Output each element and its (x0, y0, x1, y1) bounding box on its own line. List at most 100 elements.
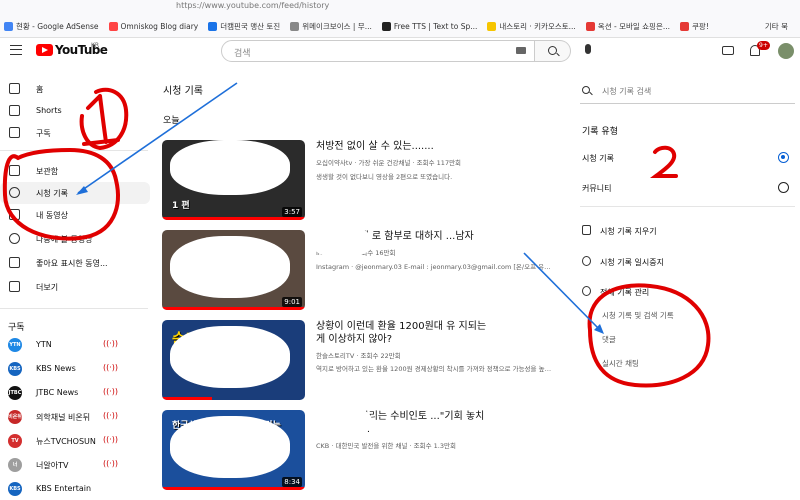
youtube-logo-text[interactable]: YouTube (55, 43, 108, 57)
video-description: Instagram · @jeonmary.03 E-mail : jeonma… (316, 263, 556, 271)
sidebar-item-label: 시청 기록 (36, 189, 68, 198)
mic-icon[interactable] (585, 44, 591, 54)
address-url[interactable]: https://www.youtube.com/feed/history (176, 1, 329, 10)
video-item[interactable]: 숨겨진상황이 이런데 환율 1200원대 유 지되는게 이상하지 않아?한슬스토… (162, 320, 562, 402)
bookmarks-bar: 현황 - Google AdSense Omniskog Blog diary 더캠… (0, 15, 800, 37)
video-meta: 한슬스토리TV · 조회수 22만회 (316, 352, 401, 360)
subscription-channel[interactable]: 너 너알아TV ((·)) (0, 454, 150, 476)
sidebar-item[interactable]: 나중에 볼 동영상 (0, 228, 150, 250)
video-item[interactable]: 1 편 3:57 처방전 없이 살 수 있는....... 오십이약사tv · 가장 … (162, 140, 562, 222)
sidebar-item[interactable]: 보관함 (0, 160, 150, 182)
video-duration: 3:57 (282, 207, 302, 217)
bookmark-favicon-icon (487, 21, 497, 31)
notification-badge: 9+ (757, 41, 770, 50)
live-icon: ((·)) (103, 459, 119, 468)
channel-avatar: KBS (8, 362, 22, 376)
channel-name: YTN (36, 340, 52, 349)
other-bookmarks[interactable]: 기타 북 (765, 21, 788, 32)
bookmark-item[interactable]: 쿠팡! (680, 21, 709, 32)
video-duration: 8:34 (282, 477, 302, 487)
history-search-placeholder: 시청 기록 검색 (602, 87, 652, 96)
video-item[interactable]: 한국산에 노골적 몸니 부리는8:34...에 몸니 부리는 수비인토 ..."… (162, 406, 562, 492)
subscription-channel[interactable]: 비온뒤 의학채널 비온뒤 ((·)) (0, 406, 150, 428)
subscription-channel[interactable]: TV 뉴스TVCHOSUN ((·)) (0, 430, 150, 452)
my-videos-icon (9, 209, 20, 220)
bookmark-item[interactable]: 옥션 - 모바일 쇼핑은... (585, 21, 671, 32)
search-icon (548, 46, 557, 55)
day-heading: 오늘 (163, 116, 180, 126)
home-icon (9, 83, 20, 94)
sidebar-item-label: Shorts (36, 106, 62, 115)
bookmark-favicon-icon (108, 21, 118, 31)
live-icon: ((·)) (103, 435, 119, 444)
bookmark-item[interactable]: Free TTS | Text to Sp... (381, 21, 477, 31)
subscription-channel[interactable]: KBS KBS News ((·)) (0, 358, 150, 380)
history-action-label: 시청 기록 일시중지 (600, 258, 664, 267)
video-item[interactable]: 9:01...들이 질.대.로 함부로 대하지 ...남자Instagram ·… (162, 226, 562, 312)
channel-name: JTBC News (36, 388, 79, 397)
video-title[interactable]: 처방전 없이 살 수 있는....... (316, 140, 491, 153)
panel-divider (580, 206, 795, 207)
manage-history-link[interactable]: 실시간 채팅 (602, 358, 639, 369)
watch-progress-bar (162, 487, 305, 490)
redaction-blob (170, 236, 290, 298)
thumbnail-text: 1 편 (172, 201, 190, 211)
redaction-blob (170, 140, 290, 195)
avatar[interactable] (778, 43, 794, 59)
redaction-blob (170, 416, 290, 478)
bookmark-favicon-icon (381, 21, 391, 31)
bookmark-item[interactable]: Omniskog Blog diary (108, 21, 199, 31)
bookmark-item[interactable]: 더캠핀국 맹산 토진 (208, 21, 280, 32)
history-type-radio[interactable] (778, 182, 789, 193)
keyboard-icon[interactable] (516, 47, 526, 54)
gear-icon (582, 286, 591, 296)
bookmark-item[interactable]: 현황 - Google AdSense (4, 21, 99, 32)
bookmark-item[interactable]: 내스토리 · 키카오스토... (487, 21, 576, 32)
sidebar-item[interactable]: 좋아요 표시한 동영... (0, 252, 150, 274)
subscription-channel[interactable]: KBS KBS Entertain (0, 478, 150, 500)
bookmark-item[interactable]: 위메이크보이스 | 무... (290, 21, 372, 32)
channel-avatar: JTBC (8, 386, 22, 400)
video-title[interactable]: 상황이 이런데 환율 1200원대 유 지되는게 이상하지 않아? (316, 320, 491, 346)
sidebar-item[interactable]: 내 동영상 (0, 204, 150, 226)
history-type-option[interactable]: 시청 기록 (582, 153, 614, 164)
manage-history-link[interactable]: 시청 기록 및 검색 기록 (602, 310, 674, 321)
annotation-number-2 (649, 145, 678, 178)
history-search-input[interactable]: 시청 기록 검색 (580, 80, 795, 104)
sidebar-item-label: 나중에 볼 동영상 (36, 235, 93, 244)
history-icon (9, 187, 20, 198)
sidebar-item[interactable]: 더보기 (0, 276, 150, 298)
menu-icon[interactable] (10, 45, 22, 55)
watch-progress-bar (162, 397, 213, 400)
library-icon (9, 165, 20, 176)
video-description: 생생할 것이 없다보니 영상을 2편으로 또였습니다. (316, 173, 453, 181)
sidebar-item[interactable]: 시청 기록 (0, 182, 150, 204)
channel-avatar: 너 (8, 458, 22, 472)
manage-history-link[interactable]: 댓글 (602, 334, 616, 345)
sidebar-item-label: 보관함 (36, 167, 59, 176)
address-bar[interactable]: https://www.youtube.com/feed/history (0, 0, 800, 14)
channel-name: 뉴스TVCHOSUN (36, 437, 96, 446)
live-icon: ((·)) (103, 363, 119, 372)
search-icon (582, 86, 590, 94)
page-title: 시청 기록 (163, 86, 203, 97)
sidebar-item[interactable]: Shorts (0, 100, 150, 122)
redaction-blob (312, 226, 372, 258)
channel-name: 의학채널 비온뒤 (36, 413, 91, 422)
subscription-channel[interactable]: YTN YTN ((·)) (0, 334, 150, 356)
bookmark-label: 옥션 - 모바일 쇼핑은... (597, 21, 671, 31)
create-icon[interactable] (722, 46, 734, 55)
search-button[interactable] (535, 40, 571, 62)
youtube-logo-icon[interactable] (36, 44, 53, 56)
bookmark-favicon-icon (680, 21, 690, 31)
sidebar-item[interactable]: 구독 (0, 122, 150, 144)
bookmark-label: Omniskog Blog diary (120, 21, 199, 31)
history-type-radio[interactable] (778, 152, 789, 163)
sidebar-item[interactable]: 홈 (0, 78, 150, 100)
search-input[interactable]: 검색 (221, 40, 535, 62)
subscriptions-icon (9, 127, 20, 138)
trash-icon (582, 225, 591, 235)
sidebar-item-label: 홈 (36, 85, 44, 94)
subscription-channel[interactable]: JTBC JTBC News ((·)) (0, 382, 150, 404)
history-type-option[interactable]: 커뮤니티 (582, 183, 611, 194)
